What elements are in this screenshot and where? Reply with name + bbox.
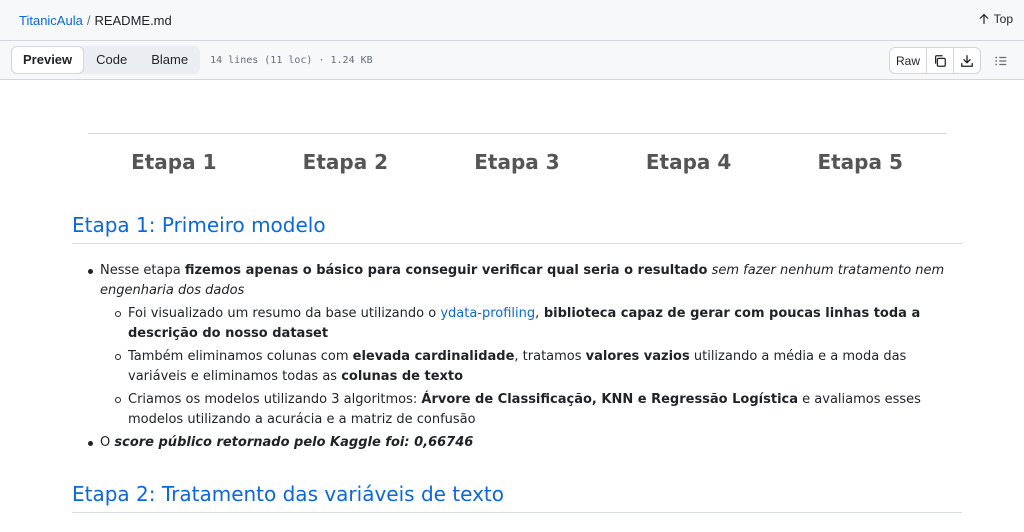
list-item: Nesse etapa fizemos apenas o básico para… <box>72 261 962 301</box>
breadcrumb-repo-link[interactable]: TitanicAula <box>19 13 83 28</box>
ydata-profiling-link[interactable]: ydata-profiling <box>440 306 535 321</box>
list-item: O score público retornado pelo Kaggle fo… <box>72 433 962 453</box>
copy-button[interactable] <box>927 48 954 73</box>
text: Nesse etapa <box>100 263 185 278</box>
file-actions: Raw <box>888 47 981 74</box>
arrow-up-icon <box>979 13 988 25</box>
tab-code[interactable]: Code <box>84 46 139 74</box>
step-1: Etapa 1 <box>131 150 217 174</box>
text-bold: Árvore de Classificação, KNN e Regressão… <box>421 392 799 407</box>
step-5: Etapa 5 <box>817 150 903 174</box>
list-unordered-icon <box>995 56 1007 65</box>
text: Também eliminamos colunas com <box>128 349 353 364</box>
steps-banner: Etapa 1 Etapa 2 Etapa 3 Etapa 4 Etapa 5 <box>88 150 946 174</box>
view-tabs: Preview Code Blame <box>11 46 201 74</box>
text: , tratamos <box>514 349 586 364</box>
top-button[interactable]: Top <box>978 12 1013 26</box>
text: Foi visualizado um resumo da base utiliz… <box>128 306 441 321</box>
section-heading-etapa-1: Etapa 1: Primeiro modelo <box>72 213 962 244</box>
step-3: Etapa 3 <box>474 150 560 174</box>
text-bold: fizemos apenas o básico para conseguir v… <box>184 263 708 278</box>
text-bold: colunas de texto <box>341 369 464 384</box>
breadcrumb-file: README.md <box>94 12 172 28</box>
step-4: Etapa 4 <box>645 150 732 174</box>
download-button[interactable] <box>954 48 980 73</box>
text-bold: valores vazios <box>585 349 690 364</box>
kaggle-score: score público retornado pelo Kaggle foi:… <box>114 435 474 450</box>
list-item: Criamos os modelos utilizando 3 algoritm… <box>72 390 962 430</box>
text-bold: elevada cardinalidade <box>352 349 515 364</box>
etapa-1-list: Nesse etapa fizemos apenas o básico para… <box>72 261 962 456</box>
outline-button[interactable] <box>989 47 1013 74</box>
tab-preview[interactable]: Preview <box>11 46 85 74</box>
file-meta: 14 lines (11 loc) · 1.24 KB <box>210 54 373 66</box>
list-item: Foi visualizado um resumo da base utiliz… <box>72 304 962 344</box>
tab-blame[interactable]: Blame <box>139 46 200 74</box>
download-icon <box>961 54 973 67</box>
list-item: Também eliminamos colunas com elevada ca… <box>72 347 962 387</box>
text: O <box>100 435 115 450</box>
steps-divider <box>88 133 946 134</box>
file-header: TitanicAula / README.md Top <box>0 0 1024 41</box>
step-2: Etapa 2 <box>302 150 389 174</box>
top-button-label: Top <box>993 12 1013 26</box>
section-heading-etapa-2: Etapa 2: Tratamento das variáveis de tex… <box>72 482 962 513</box>
text: Criamos os modelos utilizando 3 algoritm… <box>128 392 422 407</box>
file-toolbar: Preview Code Blame 14 lines (11 loc) · 1… <box>0 41 1024 80</box>
copy-icon <box>935 54 946 67</box>
readme-content: Etapa 1 Etapa 2 Etapa 3 Etapa 4 Etapa 5 … <box>0 80 1024 532</box>
raw-button[interactable]: Raw <box>890 48 927 73</box>
breadcrumb-separator: / <box>86 12 91 28</box>
